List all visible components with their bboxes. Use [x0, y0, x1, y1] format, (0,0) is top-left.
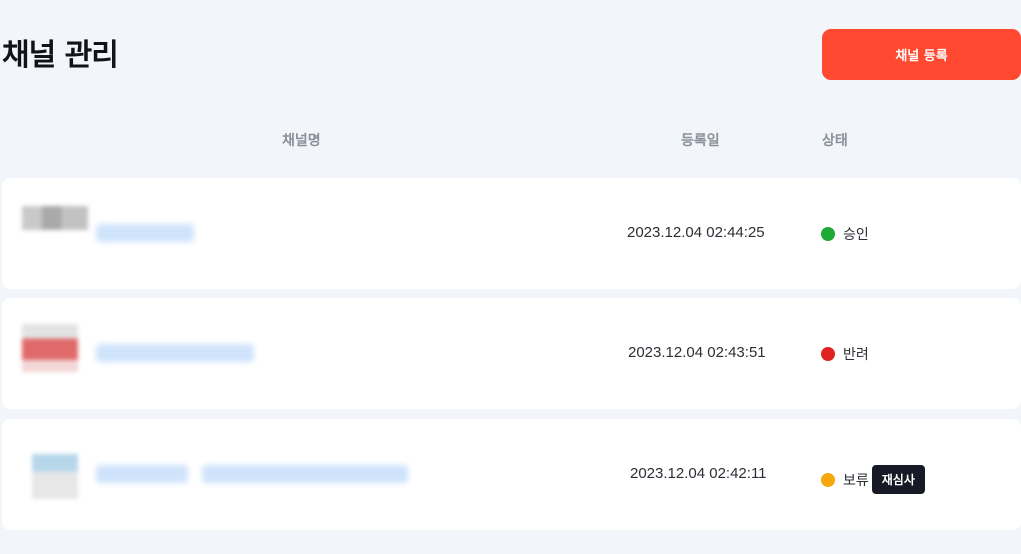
channel-name-redacted[interactable] — [96, 344, 254, 362]
channel-management-page: 채널 관리 채널 등록 채널명 등록일 상태 2023.12.04 02:44:… — [0, 0, 1021, 554]
column-header-date: 등록일 — [681, 133, 720, 149]
registered-date: 2023.12.04 02:43:51 — [628, 344, 766, 361]
registered-date: 2023.12.04 02:42:11 — [630, 465, 767, 482]
status-label: 반려 — [843, 347, 869, 363]
status-label: 보류 — [843, 472, 869, 489]
channel-thumbnail — [32, 449, 78, 499]
channel-name-redacted[interactable] — [96, 224, 194, 242]
status-label: 승인 — [843, 227, 869, 243]
table-row[interactable]: 2023.12.04 02:42:11 보류 재심사 — [2, 419, 1021, 530]
status-dot-icon — [821, 227, 835, 241]
column-header-name: 채널명 — [282, 133, 321, 149]
status-indicator: 보류 재심사 — [821, 465, 925, 494]
table-row[interactable]: 2023.12.04 02:44:25 승인 — [2, 178, 1021, 289]
channel-thumbnail — [22, 324, 78, 372]
channel-name-redacted[interactable] — [202, 465, 408, 483]
status-dot-icon — [821, 472, 835, 487]
column-header-status: 상태 — [822, 133, 848, 149]
table-row[interactable]: 2023.12.04 02:43:51 반려 — [2, 298, 1021, 409]
registered-date: 2023.12.04 02:44:25 — [627, 224, 765, 241]
status-indicator: 반려 — [821, 344, 869, 364]
channel-thumbnail — [22, 206, 88, 230]
register-channel-button[interactable]: 채널 등록 — [822, 29, 1021, 80]
status-indicator: 승인 — [821, 224, 869, 244]
channel-name-redacted[interactable] — [96, 465, 188, 483]
status-dot-icon — [821, 347, 835, 361]
page-title: 채널 관리 — [2, 38, 119, 73]
re-review-button[interactable]: 재심사 — [871, 465, 925, 494]
